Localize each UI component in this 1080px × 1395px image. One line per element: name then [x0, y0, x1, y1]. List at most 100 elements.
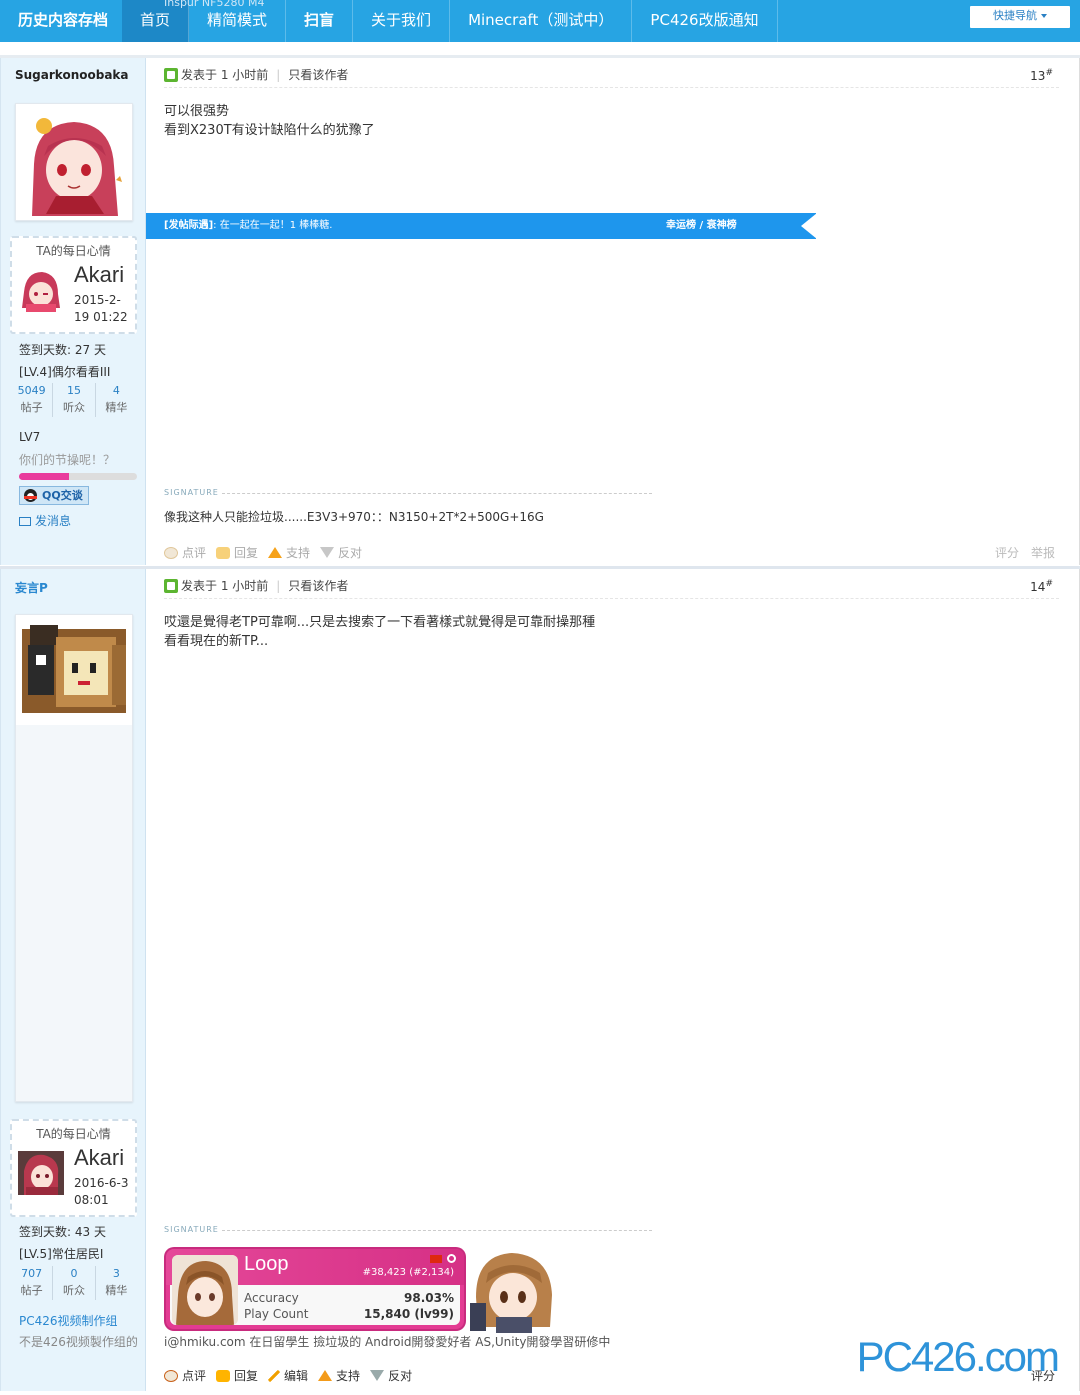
- user-stats: 5049 帖子 15 听众 4 精华: [11, 383, 137, 417]
- thumb-up-icon: [268, 547, 283, 558]
- stat-digest[interactable]: 4 精华: [96, 383, 137, 417]
- signature-divider: SIGNATURE: [164, 1225, 652, 1234]
- oppose-label: 反对: [338, 546, 363, 560]
- author-name[interactable]: Sugarkonoobaka: [15, 68, 129, 82]
- stat-posts[interactable]: 707 帖子: [11, 1266, 54, 1300]
- osu-avatar: [172, 1255, 238, 1325]
- online-status-icon: [164, 68, 178, 82]
- post-line: 哎還是覺得老TP可靠啊...只是去搜索了一下看著樣式就覺得是可靠耐操那種: [164, 615, 596, 630]
- reply-button[interactable]: 回复: [216, 1367, 258, 1384]
- signature-text: i@hmiku.com 在日留學生 撿垃圾的 Android開發愛好者 AS,U…: [164, 1335, 611, 1349]
- send-message-link[interactable]: 发消息: [19, 512, 71, 529]
- osu-playcount-value: 15,840 (lv99): [363, 1307, 454, 1321]
- reply-icon: [216, 546, 231, 559]
- signature-text: 像我这种人只能捡垃圾......E3V3+970：：N3150+2T*2+500…: [164, 510, 544, 524]
- nav-revision-notice[interactable]: PC426改版通知: [632, 0, 778, 42]
- rate-link[interactable]: 评分: [995, 546, 1019, 560]
- floor-number[interactable]: 13#: [1030, 68, 1053, 83]
- nav-minecraft[interactable]: Minecraft（测试中）: [450, 0, 633, 42]
- user-level-title[interactable]: [LV.5]常住居民I: [19, 1245, 103, 1262]
- author-name[interactable]: 妄言P: [15, 579, 48, 596]
- only-author-link[interactable]: 只看该作者: [288, 579, 348, 593]
- user-group[interactable]: PC426视频制作组: [19, 1312, 118, 1329]
- stat-followers[interactable]: 15 听众: [53, 383, 96, 417]
- quick-nav-label: 快捷导航: [993, 9, 1037, 22]
- luck-rank-link[interactable]: 幸运榜 / 衰神榜: [666, 213, 737, 239]
- post-line: 看到X230T有设计缺陷什么的犹豫了: [164, 123, 375, 138]
- avatar-image: [16, 104, 132, 220]
- post-actions: 点评 回复 支持 反对: [164, 544, 362, 561]
- level-progress-bar: [19, 473, 137, 480]
- luck-prefix: [发帖际遇]: [164, 220, 214, 231]
- osu-username: Loop: [244, 1253, 289, 1275]
- post-line: 看看現在的新TP...: [164, 634, 269, 649]
- daily-mood-card: TA的每日心情 Akari 2016-6-3 08:01: [10, 1119, 137, 1217]
- luck-text: : 在一起在一起！1 棒棒糖.: [213, 220, 333, 231]
- avatar[interactable]: [15, 614, 133, 1102]
- oppose-button[interactable]: 反对: [370, 1367, 412, 1384]
- stat-posts[interactable]: 5049 帖子: [11, 383, 54, 417]
- user-stats: 707 帖子 0 听众 3 精华: [11, 1266, 137, 1300]
- comment-button[interactable]: 点评: [164, 1367, 206, 1384]
- report-link[interactable]: 举报: [1031, 546, 1055, 560]
- mood-date: 2015-2-19 01:22: [74, 293, 128, 324]
- mood-avatar-icon: [22, 272, 60, 312]
- stat-followers[interactable]: 0 听众: [53, 1266, 96, 1300]
- oppose-label: 反对: [388, 1369, 413, 1383]
- floor-number[interactable]: 14#: [1030, 579, 1053, 594]
- online-status-icon: [164, 579, 178, 593]
- thumb-down-icon: [370, 1370, 385, 1381]
- thumb-up-icon: [318, 1370, 333, 1381]
- previous-signature-fragment: Inspur NF5280 M4: [164, 0, 265, 9]
- mood-name: Akari: [74, 262, 125, 287]
- user-motto: 你们的节操呢！？: [19, 453, 116, 467]
- user-level-title[interactable]: [LV.4]偶尔看看III: [19, 363, 110, 380]
- mood-title: TA的每日心情: [36, 1127, 111, 1141]
- post-header: 发表于 1 小时前 | 只看该作者 13#: [164, 66, 1059, 88]
- floor-number-value: 13: [1030, 69, 1046, 83]
- reply-icon: [216, 1369, 231, 1382]
- stat-posts-label: 帖子: [20, 1284, 43, 1297]
- mood-name: Akari: [74, 1145, 125, 1170]
- mood-title: TA的每日心情: [36, 244, 111, 258]
- avatar[interactable]: [15, 103, 133, 221]
- post-time: 发表于 1 小时前: [181, 68, 269, 82]
- nav-basics[interactable]: 扫盲: [286, 0, 354, 42]
- site-brand[interactable]: 历史内容存档: [0, 0, 122, 42]
- stat-digest-num: 3: [112, 1267, 120, 1280]
- reply-button[interactable]: 回复: [216, 544, 258, 561]
- support-label: 支持: [286, 546, 311, 560]
- edit-label: 编辑: [284, 1369, 309, 1383]
- support-button[interactable]: 支持: [318, 1367, 360, 1384]
- thumb-down-icon: [320, 547, 335, 558]
- quick-nav-dropdown[interactable]: 快捷导航: [970, 6, 1070, 28]
- stat-digest-label: 精华: [105, 1284, 128, 1297]
- comment-button[interactable]: 点评: [164, 544, 206, 561]
- floor-hash: #: [1045, 579, 1053, 589]
- osu-profile-card[interactable]: Loop #38,423 (#2,134) Accuracy Play Coun…: [166, 1249, 464, 1329]
- china-flag-icon: [430, 1255, 442, 1263]
- stat-followers-label: 听众: [62, 401, 85, 414]
- comment-icon: [164, 1369, 178, 1382]
- anime-girl-sticker: [470, 1253, 552, 1333]
- stat-digest[interactable]: 3 精华: [96, 1266, 137, 1300]
- send-message-label: 发消息: [35, 514, 72, 528]
- signature-divider: SIGNATURE: [164, 488, 652, 497]
- author-sidebar: Sugarkonoobaka TA的每日心情 Akari 2015-2-19 0…: [0, 58, 146, 565]
- edit-button[interactable]: 编辑: [268, 1367, 308, 1384]
- pc426-logo: PC426.com: [856, 1333, 1060, 1380]
- post-time: 发表于 1 小时前: [181, 579, 269, 593]
- header-separator: |: [276, 68, 281, 82]
- only-author-link[interactable]: 只看该作者: [288, 68, 348, 82]
- post-message: 哎還是覺得老TP可靠啊...只是去搜索了一下看著樣式就覺得是可靠耐操那種 看看現…: [164, 613, 595, 651]
- qq-chat-button[interactable]: QQ交谈: [19, 486, 89, 505]
- avatar-image: [16, 615, 132, 725]
- support-button[interactable]: 支持: [268, 544, 310, 561]
- osu-playcount-label: Play Count: [244, 1307, 309, 1321]
- oppose-button[interactable]: 反对: [320, 544, 362, 561]
- nav-about[interactable]: 关于我们: [353, 0, 451, 42]
- level-progress-fill: [19, 473, 69, 480]
- reply-label: 回复: [234, 546, 259, 560]
- stat-followers-label: 听众: [62, 1284, 85, 1297]
- floor-number-value: 14: [1030, 580, 1046, 594]
